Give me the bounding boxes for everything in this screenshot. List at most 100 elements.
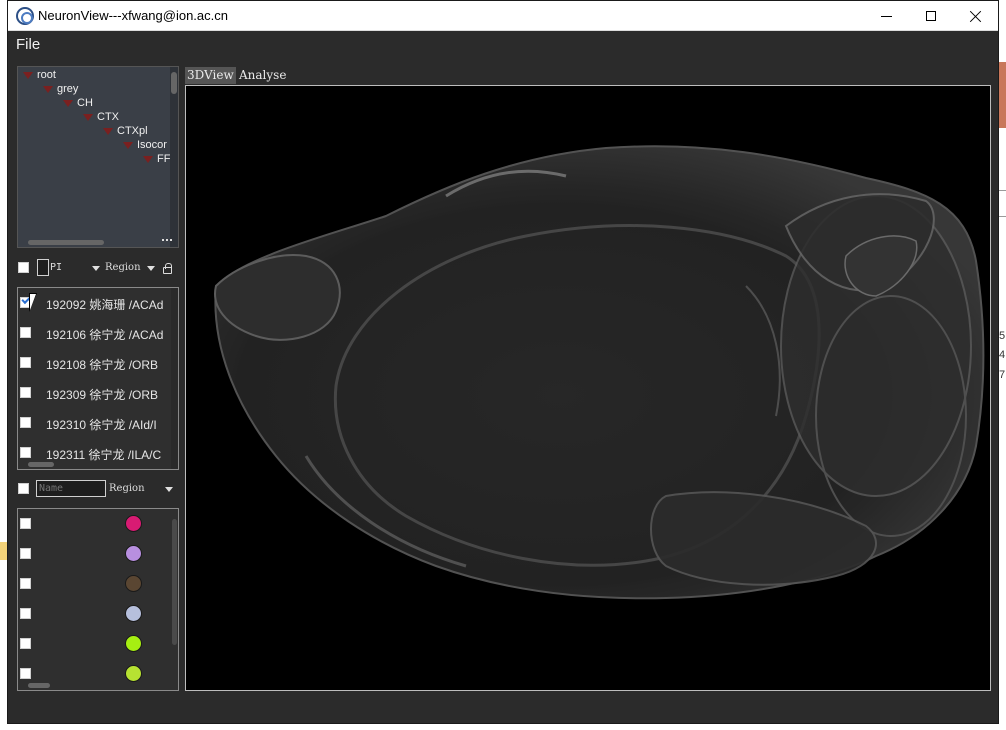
- expand-triangle-icon[interactable]: [123, 141, 133, 149]
- tree-node-ch[interactable]: CH: [63, 97, 93, 109]
- color-dot[interactable]: [125, 635, 142, 652]
- expand-triangle-icon[interactable]: [143, 155, 153, 163]
- desktop-edge-text: 5: [999, 330, 1006, 342]
- scroll-thumb[interactable]: [171, 72, 177, 94]
- region-color-list[interactable]: [17, 508, 179, 691]
- neuron-label: 192311 徐宁龙 /ILA/C: [46, 448, 162, 462]
- close-button[interactable]: [953, 1, 999, 31]
- region-checkbox[interactable]: [20, 518, 31, 529]
- list-item[interactable]: [18, 509, 178, 539]
- region-filter-row: Region: [17, 480, 182, 498]
- neuron-label: 192309 徐宁龙 /ORB: [46, 388, 159, 402]
- tree-node-label: CTX: [97, 111, 119, 123]
- neuron-checkbox[interactable]: [20, 327, 31, 338]
- desktop-edge-text: 4: [999, 349, 1006, 361]
- title-bar[interactable]: NeuronView---xfwang@ion.ac.cn: [8, 1, 998, 31]
- minimize-button[interactable]: [863, 1, 909, 31]
- list-item[interactable]: 192309 徐宁龙 /ORB: [18, 378, 178, 408]
- list-item[interactable]: [18, 569, 178, 599]
- tree-node-label: CTXpl: [117, 125, 148, 137]
- tree-node-root[interactable]: root: [23, 69, 56, 81]
- tree-node-isocortex[interactable]: Isocor: [123, 139, 167, 151]
- region-checkbox[interactable]: [20, 578, 31, 589]
- tree-horizontal-scrollbar[interactable]: [28, 240, 104, 245]
- color-dot[interactable]: [125, 605, 142, 622]
- tree-node-grey[interactable]: grey: [43, 83, 78, 95]
- list-item[interactable]: 192106 徐宁龙 /ACAd: [18, 318, 178, 348]
- color-dot[interactable]: [125, 575, 142, 592]
- region-checkbox[interactable]: [20, 548, 31, 559]
- neuron-list-horizontal-scrollbar[interactable]: [28, 462, 54, 467]
- pi-combo[interactable]: PI: [50, 262, 62, 273]
- neuron-label: 192310 徐宁龙 /AId/I: [46, 418, 157, 432]
- close-icon: [970, 10, 982, 22]
- desktop-divider: [998, 216, 1006, 217]
- region-combo[interactable]: Region: [109, 483, 145, 494]
- expand-triangle-icon[interactable]: [43, 85, 53, 93]
- list-item[interactable]: 192310 徐宁龙 /AId/I: [18, 408, 178, 438]
- menu-bar: File: [8, 31, 998, 57]
- list-item[interactable]: [18, 629, 178, 659]
- color-dot[interactable]: [125, 515, 142, 532]
- window-title: NeuronView---xfwang@ion.ac.cn: [38, 8, 228, 23]
- tree-vertical-scrollbar[interactable]: [170, 67, 178, 247]
- desktop-background-strip: [998, 62, 1006, 128]
- neuron-label: 192092 姚海珊 /ACAd: [46, 298, 164, 312]
- lock-icon[interactable]: [163, 263, 172, 274]
- select-all-regions-checkbox[interactable]: [18, 483, 29, 494]
- tree-node-label: FF: [157, 153, 171, 165]
- tree-node-label: root: [37, 69, 56, 81]
- expand-triangle-icon[interactable]: [63, 99, 73, 107]
- brain-render: [214, 145, 985, 600]
- neuron-checkbox[interactable]: [20, 417, 31, 428]
- app-logo-icon: [16, 7, 34, 25]
- tree-node-ff[interactable]: FF: [143, 153, 170, 165]
- region-checkbox[interactable]: [20, 608, 31, 619]
- desktop-divider: [998, 190, 1006, 191]
- select-all-neurons-checkbox[interactable]: [18, 262, 29, 273]
- neuron-filter-row: PI Region: [17, 259, 182, 277]
- resize-grip-icon: [162, 239, 172, 243]
- expand-triangle-icon[interactable]: [83, 113, 93, 121]
- list-item[interactable]: [18, 539, 178, 569]
- minimize-icon: [880, 15, 892, 17]
- expand-triangle-icon[interactable]: [103, 127, 113, 135]
- desktop-edge-text: 7: [999, 369, 1006, 381]
- list-item[interactable]: 192108 徐宁龙 /ORB: [18, 348, 178, 378]
- tab-analyse[interactable]: Analyse: [237, 67, 288, 84]
- tree-node-ctx[interactable]: CTX: [83, 111, 119, 123]
- region-checkbox[interactable]: [20, 668, 31, 679]
- tree-node-label: Isocor: [137, 139, 167, 151]
- neuron-label: 192108 徐宁龙 /ORB: [46, 358, 159, 372]
- neuron-list-vertical-scrollbar[interactable]: [171, 288, 178, 469]
- region-checkbox[interactable]: [20, 638, 31, 649]
- region-dropdown-icon[interactable]: [147, 266, 155, 271]
- list-item[interactable]: [18, 599, 178, 629]
- region-name-input[interactable]: [36, 480, 106, 497]
- tree-node-label: CH: [77, 97, 93, 109]
- tree-node-label: grey: [57, 83, 79, 95]
- color-list-horizontal-scrollbar[interactable]: [28, 683, 50, 688]
- neuron-list[interactable]: 192092 姚海珊 /ACAd 192106 徐宁龙 /ACAd 192108…: [17, 287, 179, 470]
- region-tree[interactable]: root grey CH CTX CTXpl Isocor FF: [17, 66, 179, 248]
- tab-3dview[interactable]: 3DView: [185, 67, 236, 84]
- desktop-highlight: [0, 542, 7, 560]
- tree-node-ctxpl[interactable]: CTXpl: [103, 125, 148, 137]
- color-dot[interactable]: [125, 545, 142, 562]
- 3d-viewport[interactable]: [185, 85, 991, 691]
- color-dot[interactable]: [125, 665, 142, 682]
- neuron-label: 192106 徐宁龙 /ACAd: [46, 328, 164, 342]
- region-dropdown-icon[interactable]: [165, 487, 173, 492]
- neuron-checkbox[interactable]: [20, 387, 31, 398]
- app-window: NeuronView---xfwang@ion.ac.cn File root …: [7, 0, 999, 724]
- color-list-vertical-scrollbar[interactable]: [172, 519, 177, 645]
- color-swatch-button[interactable]: [37, 259, 49, 276]
- menu-file[interactable]: File: [16, 36, 40, 53]
- pi-dropdown-icon[interactable]: [92, 266, 100, 271]
- expand-triangle-icon[interactable]: [23, 71, 33, 79]
- neuron-checkbox[interactable]: [20, 447, 31, 458]
- maximize-button[interactable]: [908, 1, 954, 31]
- region-combo[interactable]: Region: [105, 262, 141, 273]
- list-item[interactable]: 192092 姚海珊 /ACAd: [18, 288, 178, 318]
- neuron-checkbox[interactable]: [20, 357, 31, 368]
